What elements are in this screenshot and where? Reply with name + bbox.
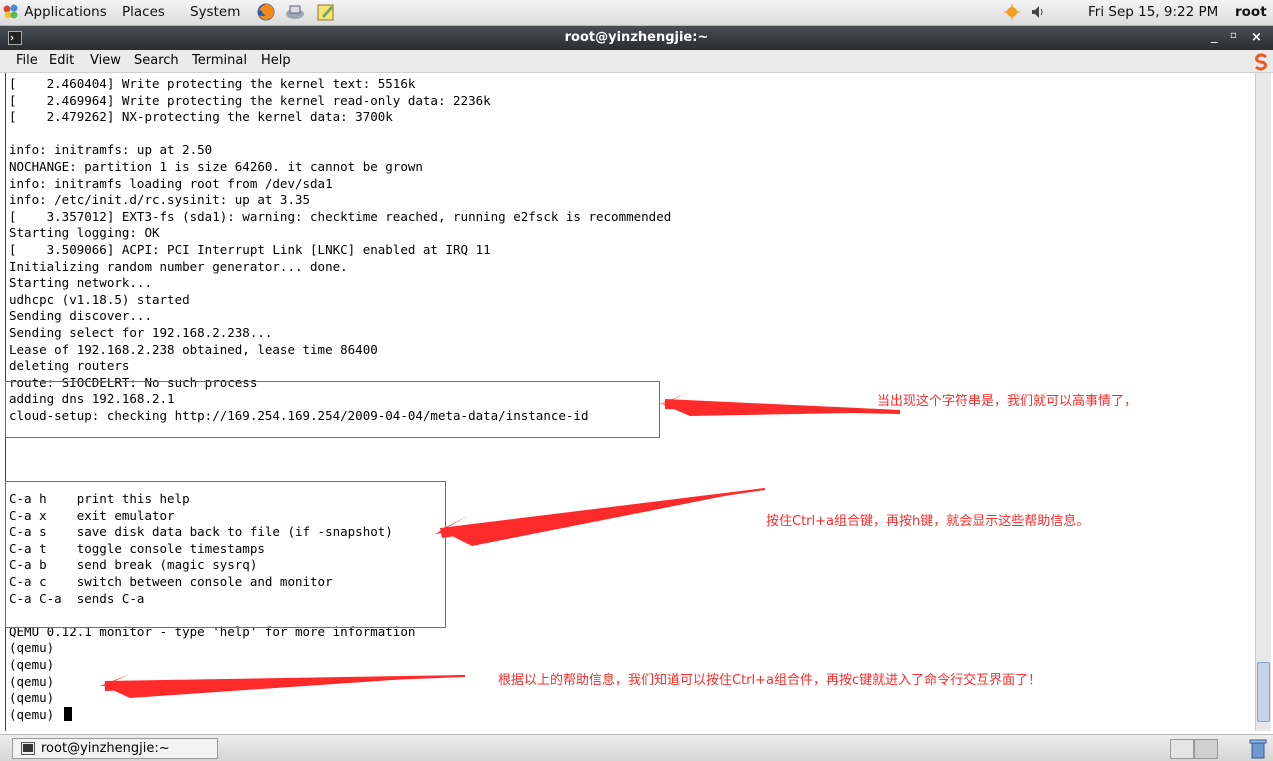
annotation-note-qemu: 根据以上的帮助信息，我们知道可以按住Ctrl+a组合件，再按c键就进入了命令行交… [498, 673, 1042, 688]
taskbar-terminal-label: root@yinzhengjie:~ [41, 741, 170, 756]
workspace-switcher-2[interactable] [1194, 739, 1218, 759]
workspace-switcher-1[interactable] [1170, 739, 1194, 759]
terminal-task-icon [21, 742, 35, 755]
annotation-arrows [100, 392, 900, 698]
annotation-note-help: 按住Ctrl+a组合键，再按h键，就会显示这些帮助信息。 [766, 514, 1090, 529]
bottom-panel: root@yinzhengjie:~ [0, 734, 1273, 761]
taskbar-terminal-button[interactable]: root@yinzhengjie:~ [12, 738, 218, 759]
trash-icon[interactable] [1249, 739, 1267, 759]
annotation-note-cloud-setup: 当出现这个字符串是，我们就可以高事情了， [877, 394, 1138, 409]
